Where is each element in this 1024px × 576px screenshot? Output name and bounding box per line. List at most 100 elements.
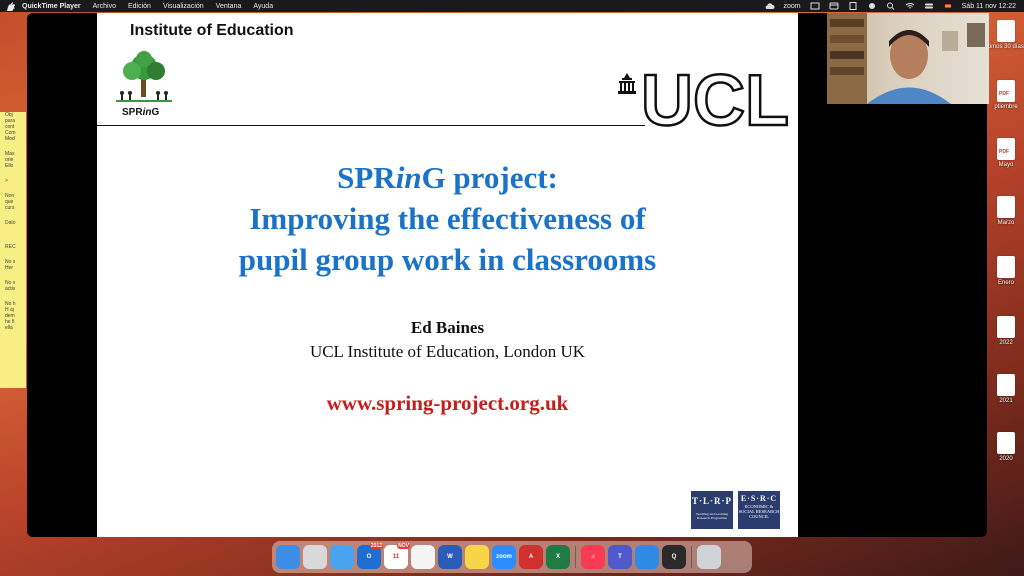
desktop-item[interactable]: Mayo	[988, 138, 1024, 168]
status-area: zoom Sáb 11 nov 12:22	[765, 0, 1016, 12]
document-icon	[997, 256, 1015, 278]
note-line	[0, 226, 26, 235]
dock-app-label: 11	[392, 554, 400, 560]
desktop-items: timos 30 días ptiembre Mayo Marzo Enero 2022 2…	[988, 20, 1024, 490]
pdf-file-icon	[997, 138, 1015, 160]
desktop-item[interactable]: 2022	[988, 316, 1024, 346]
note-line	[0, 235, 26, 244]
clock[interactable]: Sáb 11 nov 12:22	[962, 3, 1016, 10]
note-line	[0, 250, 26, 259]
desktop-item[interactable]: ptiembre	[988, 80, 1024, 110]
dock-app-label: Q	[671, 554, 677, 560]
launchpad-icon[interactable]	[303, 545, 327, 569]
document-icon	[997, 374, 1015, 396]
calendar-status-icon[interactable]	[829, 2, 839, 10]
flag-icon[interactable]	[943, 2, 953, 10]
acrobat-icon[interactable]: A	[519, 545, 543, 569]
finder-icon[interactable]	[276, 545, 300, 569]
safari-icon[interactable]	[635, 545, 659, 569]
outlook-icon[interactable]: O 2012	[357, 543, 383, 569]
slide-title-line-3: pupil group work in classrooms	[97, 242, 798, 278]
word-icon[interactable]: W	[438, 545, 462, 569]
calendar-icon[interactable]: 11 NOV	[384, 543, 410, 569]
title-line-3: pupil group work in classrooms	[238, 242, 657, 277]
mail-icon[interactable]	[330, 545, 354, 569]
desktop-item[interactable]: Enero	[988, 256, 1024, 286]
trash-icon[interactable]	[697, 545, 721, 569]
dock-app-label: W	[447, 554, 453, 560]
desktop-item[interactable]: 2021	[988, 374, 1024, 404]
dock-separator	[691, 546, 692, 568]
note-line	[0, 169, 26, 178]
record-icon[interactable]	[867, 2, 877, 10]
pdf-file-icon	[997, 80, 1015, 102]
menu-ventana[interactable]: Ventana	[216, 3, 242, 10]
dock-badge: 2012	[369, 543, 383, 549]
note-line: ella	[5, 325, 13, 331]
menu-archivo[interactable]: Archivo	[93, 3, 116, 10]
chrome-icon[interactable]	[411, 545, 435, 569]
italic-in: in	[395, 160, 422, 195]
search-icon[interactable]	[886, 2, 896, 10]
desktop-item-label: 2022	[999, 340, 1013, 346]
esrc-logo: E·S·R·C ECONOMIC & SOCIAL RESEARCH COUNC…	[738, 491, 780, 529]
spring-logo: SPRinG	[114, 51, 174, 121]
control-center-icon[interactable]	[924, 2, 934, 10]
desktop-item-label: 2021	[999, 398, 1013, 404]
spring-logo-label: SPRinG	[122, 107, 160, 118]
presenter-video-frame	[827, 13, 985, 104]
stop-icon[interactable]	[848, 2, 858, 10]
menu-edicion[interactable]: Edición	[128, 3, 151, 10]
dock-app-label: O	[366, 554, 372, 560]
dock: O 2012 11 NOV Wzoom A X ♫ T Q	[272, 541, 752, 573]
notes-icon[interactable]	[465, 545, 489, 569]
italic-in: in	[142, 107, 152, 118]
document-icon	[997, 196, 1015, 218]
title-line-2: Improving the effectiveness of	[249, 201, 646, 236]
quicktime-icon[interactable]: Q	[662, 545, 686, 569]
desktop-item-label: Marzo	[997, 220, 1015, 226]
music-icon[interactable]: ♫	[581, 545, 605, 569]
menu-ayuda[interactable]: Ayuda	[253, 3, 273, 10]
desktop-item-label: ptiembre	[994, 104, 1018, 110]
note-line	[0, 292, 26, 301]
dock-app-label: zoom	[496, 554, 512, 560]
document-icon	[997, 432, 1015, 454]
webcam-video[interactable]	[827, 13, 989, 104]
dock-app-label: T	[618, 554, 622, 560]
desktop-item-label: 2020	[999, 456, 1013, 462]
institute-header: Institute of Education	[130, 22, 294, 39]
esrc-caption: ECONOMIC & SOCIAL RESEARCH COUNCIL	[738, 504, 780, 519]
zoom-status[interactable]: zoom	[784, 3, 801, 10]
desktop-item-label: Enero	[997, 280, 1014, 286]
menu-app-name[interactable]: QuickTime Player	[22, 3, 81, 10]
excel-icon[interactable]: X	[546, 545, 570, 569]
tlrp-logo: T·L·R·P Teaching and Learning Research P…	[691, 491, 733, 529]
esrc-abbr: E·S·R·C	[740, 494, 778, 503]
desktop-item-label: Mayo	[998, 162, 1014, 168]
desktop-item[interactable]: 2020	[988, 432, 1024, 462]
desktop-item[interactable]: timos 30 días	[988, 20, 1024, 50]
document-icon	[997, 316, 1015, 338]
note-line	[0, 271, 26, 280]
institution-name: UCL Institute of Education, London UK	[309, 342, 586, 361]
cloud-icon[interactable]	[765, 2, 775, 10]
dock-app-label: A	[528, 554, 534, 560]
sticky-note[interactable]: Obj para cont Com Mod Mas orie Ello > Non que curs D…	[0, 112, 26, 388]
zoom-icon[interactable]: zoom	[492, 545, 516, 569]
author-name: Ed Baines	[410, 318, 485, 337]
teams-icon[interactable]: T	[608, 545, 632, 569]
ucl-logo-text: UCL	[641, 65, 789, 129]
wifi-icon[interactable]	[905, 2, 915, 10]
header-divider	[97, 125, 645, 126]
dock-badge: NOV	[397, 543, 410, 549]
note-line	[0, 142, 26, 151]
screen-icon[interactable]	[810, 2, 820, 10]
menu-visualizacion[interactable]: Visualización	[163, 3, 204, 10]
note-line	[0, 211, 26, 220]
tree-icon	[116, 51, 172, 102]
dock-app-label: ♫	[590, 554, 596, 560]
apple-icon[interactable]	[6, 1, 16, 11]
desktop-item[interactable]: Marzo	[988, 196, 1024, 226]
ucl-logo: UCL	[640, 65, 790, 129]
